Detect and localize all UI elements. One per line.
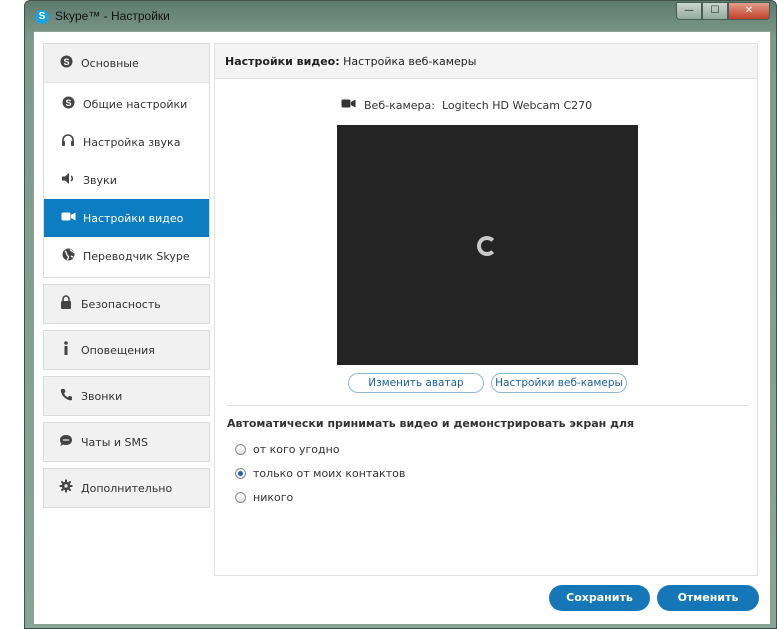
info-icon xyxy=(57,341,75,359)
radio-label: от кого угодно xyxy=(253,443,340,456)
sidebar-item-label: Основные xyxy=(81,56,139,70)
panel-header-subtitle: Настройка веб-камеры xyxy=(339,55,477,68)
globe-icon xyxy=(59,248,77,265)
sidebar-item-security[interactable]: Безопасность xyxy=(44,285,209,323)
sidebar-item-label: Общие настройки xyxy=(83,97,188,111)
webcam-settings-button[interactable]: Настройки веб-камеры xyxy=(491,373,627,393)
sidebar-item-general-settings[interactable]: S Общие настройки xyxy=(44,85,209,123)
radio-button[interactable] xyxy=(235,492,246,503)
sidebar-item-sounds[interactable]: Звуки xyxy=(44,161,209,199)
minimize-button[interactable]: — xyxy=(676,2,702,20)
headset-icon xyxy=(59,133,77,151)
nav-group-advanced: Дополнительно xyxy=(43,468,210,508)
sidebar-item-label: Звонки xyxy=(81,389,123,403)
nav-group-chats: Чаты и SMS xyxy=(43,422,210,462)
radio-button[interactable] xyxy=(235,444,246,455)
skype-icon: S xyxy=(57,55,75,72)
webcam-label: Веб-камера: xyxy=(364,98,435,112)
auto-accept-label: Автоматически принимать видео и демонстр… xyxy=(227,417,635,430)
nav-subitems: S Общие настройки Настройка звука Звуки … xyxy=(44,82,209,277)
panel-header-title: Настройки видео: xyxy=(225,55,340,68)
nav-group-notifications: Оповещения xyxy=(43,330,210,370)
settings-sidebar: S Основные S Общие настройки Настройка з… xyxy=(43,43,210,514)
video-camera-icon xyxy=(59,211,77,226)
webcam-preview xyxy=(337,125,638,365)
sidebar-item-translator[interactable]: Переводчик Skype xyxy=(44,237,209,275)
video-settings-panel: Настройки видео: Настройка веб-камеры Ве… xyxy=(214,43,758,576)
radio-button[interactable] xyxy=(235,468,246,479)
maximize-button[interactable]: ☐ xyxy=(702,2,728,20)
window-content: S Основные S Общие настройки Настройка з… xyxy=(33,31,771,625)
nav-group-general: S Основные S Общие настройки Настройка з… xyxy=(43,43,210,278)
video-camera-icon xyxy=(341,98,356,112)
webcam-name: Logitech HD Webcam C270 xyxy=(441,98,593,112)
sidebar-item-chats-sms[interactable]: Чаты и SMS xyxy=(44,423,209,461)
sidebar-item-audio-settings[interactable]: Настройка звука xyxy=(44,123,209,161)
radio-nobody[interactable]: никого xyxy=(235,491,293,504)
chat-icon xyxy=(57,434,75,451)
sidebar-item-general[interactable]: S Основные xyxy=(44,44,209,82)
settings-window: S Skype™ - Настройки — ☐ ✕ S Основные S xyxy=(24,0,777,629)
sidebar-item-label: Оповещения xyxy=(81,343,155,357)
nav-group-security: Безопасность xyxy=(43,284,210,324)
skype-logo-icon: S xyxy=(35,10,49,24)
sidebar-item-calls[interactable]: Звонки xyxy=(44,377,209,415)
divider xyxy=(227,405,748,406)
radio-contacts-only[interactable]: только от моих контактов xyxy=(235,467,405,480)
lock-icon xyxy=(57,295,75,313)
radio-label: только от моих контактов xyxy=(253,467,406,480)
nav-group-calls: Звонки xyxy=(43,376,210,416)
webcam-selector[interactable]: Веб-камера: Logitech HD Webcam C270 xyxy=(341,98,592,112)
phone-icon xyxy=(57,388,75,405)
close-button[interactable]: ✕ xyxy=(728,2,770,20)
cancel-button[interactable]: Отменить xyxy=(657,585,759,611)
window-title: Skype™ - Настройки xyxy=(55,9,170,23)
gear-icon xyxy=(57,479,75,497)
panel-header: Настройки видео: Настройка веб-камеры xyxy=(215,44,757,79)
radio-label: никого xyxy=(253,491,294,504)
change-avatar-button[interactable]: Изменить аватар xyxy=(348,373,484,393)
sidebar-item-label: Чаты и SMS xyxy=(81,435,148,449)
svg-text:S: S xyxy=(63,57,69,67)
svg-text:S: S xyxy=(65,98,71,108)
title-bar[interactable]: S Skype™ - Настройки — ☐ ✕ xyxy=(25,1,776,33)
sidebar-item-label: Переводчик Skype xyxy=(83,249,190,263)
sidebar-item-label: Дополнительно xyxy=(81,481,173,495)
sidebar-item-notifications[interactable]: Оповещения xyxy=(44,331,209,369)
sidebar-item-video-settings[interactable]: Настройки видео xyxy=(44,199,209,237)
sidebar-item-label: Настройки видео xyxy=(83,211,184,225)
sidebar-item-label: Настройка звука xyxy=(83,135,181,149)
speaker-icon xyxy=(59,172,77,189)
save-button[interactable]: Сохранить xyxy=(549,585,650,611)
sidebar-item-advanced[interactable]: Дополнительно xyxy=(44,469,209,507)
sidebar-item-label: Безопасность xyxy=(81,297,161,311)
sidebar-item-label: Звуки xyxy=(83,173,117,187)
loading-spinner-icon xyxy=(477,236,497,256)
skype-icon: S xyxy=(59,96,77,113)
radio-anyone[interactable]: от кого угодно xyxy=(235,443,340,456)
caption-buttons: — ☐ ✕ xyxy=(676,2,770,22)
